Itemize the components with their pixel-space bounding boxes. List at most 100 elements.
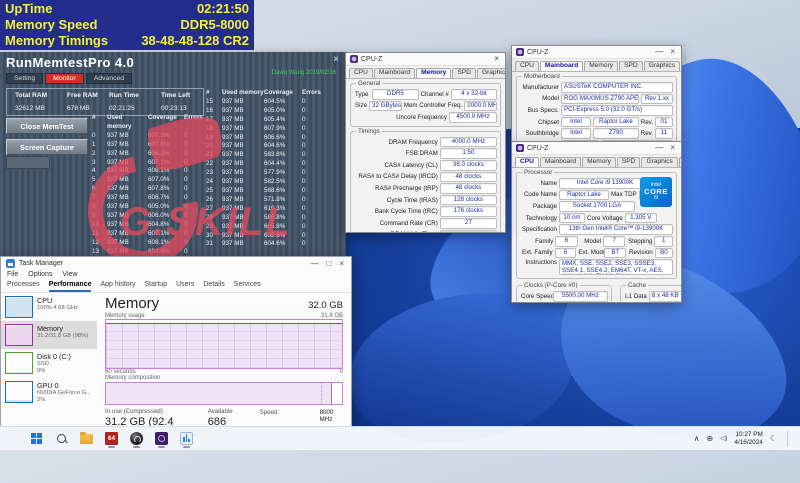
tab-mainboard[interactable]: Mainboard (540, 157, 581, 167)
gskill-taskbar-button[interactable] (128, 429, 145, 448)
tab-mainboard[interactable]: Mainboard (540, 61, 583, 71)
close-icon[interactable]: × (337, 259, 346, 269)
file-explorer-button[interactable] (78, 429, 95, 448)
task-manager-window: Task Manager — □ × File Options View Proce… (0, 256, 352, 427)
memtest64-taskbar-button[interactable]: 64 (103, 429, 120, 448)
close-icon[interactable]: × (668, 47, 677, 57)
tab-spd[interactable]: SPD (619, 61, 643, 71)
tab-spd[interactable]: SPD (452, 68, 476, 78)
tab-bench[interactable]: Bench (681, 61, 682, 71)
field-value: 1 (654, 236, 673, 247)
search-button[interactable] (53, 429, 70, 448)
cell-used-memory: 937 MB (222, 214, 264, 223)
memory-panel: Memory 32.0 GB Memory usage 31.8 GB 60 s… (97, 293, 351, 427)
tab-graphics[interactable]: Graphics (644, 61, 680, 71)
table-row: 26937 MB571.8%0 (206, 196, 342, 205)
tab-graphics[interactable]: Graphics (477, 68, 506, 78)
menu-options[interactable]: Options (28, 271, 52, 278)
close-icon[interactable]: × (333, 54, 339, 65)
field-label: Stepping (627, 238, 652, 245)
field-label: L1 Data (625, 293, 647, 300)
tab-cpu[interactable]: CPU (349, 68, 373, 78)
cell-index: 10 (92, 221, 107, 230)
cell-index: 20 (206, 142, 222, 151)
tab-performance[interactable]: Performance (49, 281, 92, 292)
minimize-icon[interactable]: — (653, 47, 665, 57)
cell-used-memory: 937 MB (222, 107, 264, 116)
memtest-table-right: #Used memoryCoverageErrors15937 MB604.5%… (206, 89, 342, 249)
timing-row: FSB:DRAM1:50 (355, 148, 497, 159)
titlebar[interactable]: CPU-Z × (346, 53, 505, 66)
tab-mainboard[interactable]: Mainboard (374, 68, 415, 78)
tab-memory[interactable]: Memory (582, 157, 616, 167)
clock[interactable]: 10:27 PM 4/16/2024 (734, 431, 762, 446)
search-icon (57, 434, 66, 443)
do-not-disturb-moon-icon[interactable]: ☾ (770, 434, 777, 444)
table-header-row: #Used memoryCoverageErrors (206, 89, 342, 98)
task-manager-taskbar-button[interactable] (178, 429, 195, 448)
cpuz-cpu-window: CPU-Z — × CPUMainboardMemorySPDGraphicsB… (511, 141, 682, 303)
volume-icon[interactable]: ◁) (720, 434, 727, 444)
close-memtest-button[interactable]: Close MemTest (6, 118, 88, 134)
titlebar[interactable]: CPU-Z — × (512, 142, 681, 155)
field-value: 1.305 V (625, 213, 657, 224)
mini-graph (5, 352, 33, 374)
table-row: 30937 MB605.6%0 (206, 232, 342, 241)
panel-title: Memory (105, 295, 159, 312)
field-label: Chipset (521, 119, 559, 126)
sidebar-item-cpu[interactable]: CPU100% 4.68 GHz (1, 293, 97, 321)
tab-details[interactable]: Details (203, 281, 224, 292)
close-icon[interactable]: × (668, 143, 677, 153)
tab-app-history[interactable]: App history (100, 281, 135, 292)
sidebar-item-disk-0-c-[interactable]: Disk 0 (C:)SSD0% (1, 349, 97, 378)
timing-row: DRAM Idle Timer (355, 230, 497, 233)
tab-services[interactable]: Services (234, 281, 261, 292)
tab-processes[interactable]: Processes (7, 281, 40, 292)
tab-cpu[interactable]: CPU (515, 157, 539, 167)
tab-advanced[interactable]: Advanced (86, 73, 132, 84)
sidebar-item-text: CPU100% 4.68 GHz (37, 296, 78, 312)
tab-spd[interactable]: SPD (617, 157, 641, 167)
cell-coverage: 608.1% (148, 167, 184, 176)
tab-monitor[interactable]: Monitor (45, 73, 84, 84)
close-icon[interactable]: × (492, 54, 501, 64)
cell-used-memory: 937 MB (222, 151, 264, 160)
cpuz-taskbar-button[interactable] (153, 429, 170, 448)
titlebar[interactable]: CPU-Z — × (512, 46, 681, 59)
start-button[interactable] (28, 429, 45, 448)
field-label: Package (521, 203, 557, 210)
sidebar-item-gpu-0[interactable]: GPU 0NVIDIA GeForce G...2% (1, 378, 97, 407)
cpuz-app-icon (516, 48, 524, 56)
tab-memory[interactable]: Memory (584, 61, 618, 71)
tab-cpu[interactable]: CPU (515, 61, 539, 71)
sidebar-item-memory[interactable]: Memory31.2/31.8 GB (98%) (1, 321, 97, 349)
field-label: Type (355, 91, 370, 98)
cell-index: 27 (206, 205, 222, 214)
network-icon[interactable]: ⊕ (707, 434, 714, 444)
tab-setting[interactable]: Setting (6, 73, 43, 84)
field-value: Raptor Lake (593, 117, 639, 128)
minimize-icon[interactable]: — (653, 143, 665, 153)
cell-errors: 0 (302, 98, 322, 107)
window-title: CPU-Z (527, 145, 650, 152)
titlebar[interactable]: Task Manager — □ × (1, 257, 351, 270)
tab-graphics[interactable]: Graphics (641, 157, 677, 167)
menu-view[interactable]: View (62, 271, 77, 278)
screen-capture-button[interactable]: Screen Capture (6, 139, 88, 155)
tray-chevron-icon[interactable]: ∧ (694, 434, 700, 444)
minimize-icon[interactable]: — (308, 259, 320, 269)
field-value: 13th Gen Intel® Core™ i9-13900K (559, 224, 673, 235)
tab-users[interactable]: Users (176, 281, 194, 292)
tab-startup[interactable]: Startup (145, 281, 168, 292)
show-desktop-button[interactable] (787, 431, 790, 447)
field-label: Rev. (641, 130, 653, 137)
group-label: Timings (356, 128, 382, 135)
maximize-icon[interactable]: □ (324, 259, 333, 269)
tab-bench[interactable]: Bench (679, 157, 682, 167)
tab-memory[interactable]: Memory (416, 68, 451, 78)
cell-errors: 0 (184, 185, 204, 194)
menu-file[interactable]: File (7, 271, 18, 278)
mini-graph-fill (6, 372, 32, 373)
memtest-title[interactable]: RunMemtestPro 4.0 (6, 55, 134, 70)
clock-time: 10:27 PM (734, 431, 762, 439)
